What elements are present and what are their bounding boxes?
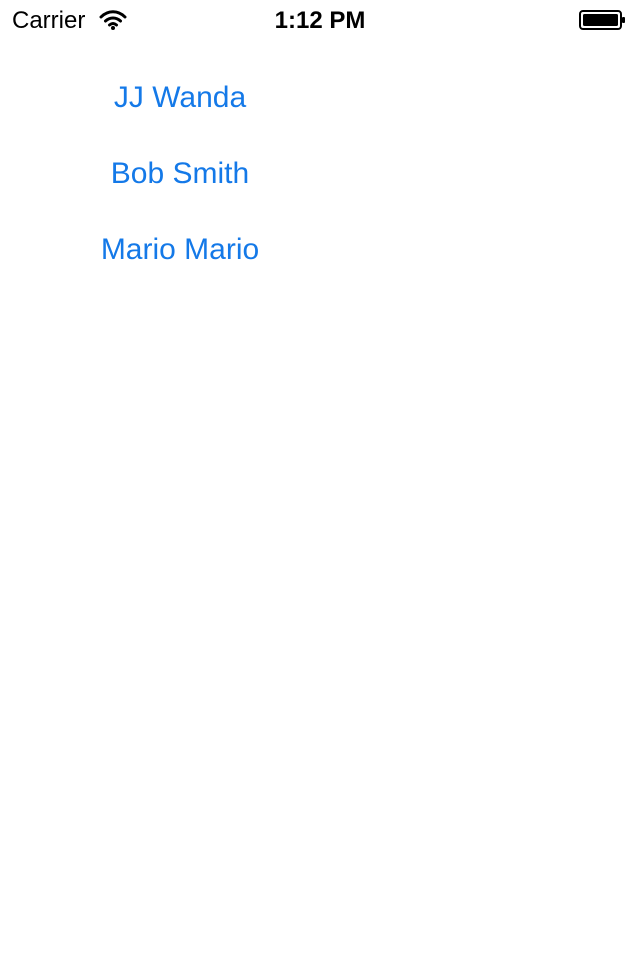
contact-button-bob-smith[interactable]: Bob Smith	[0, 136, 360, 212]
contact-button-jj-wanda[interactable]: JJ Wanda	[0, 60, 360, 136]
contact-button-mario-mario[interactable]: Mario Mario	[0, 212, 360, 288]
battery-icon	[579, 10, 625, 30]
status-time: 1:12 PM	[274, 7, 366, 34]
contact-list: JJ Wanda Bob Smith Mario Mario	[0, 60, 360, 288]
status-bar: Carrier 1:12 PM	[0, 0, 640, 40]
